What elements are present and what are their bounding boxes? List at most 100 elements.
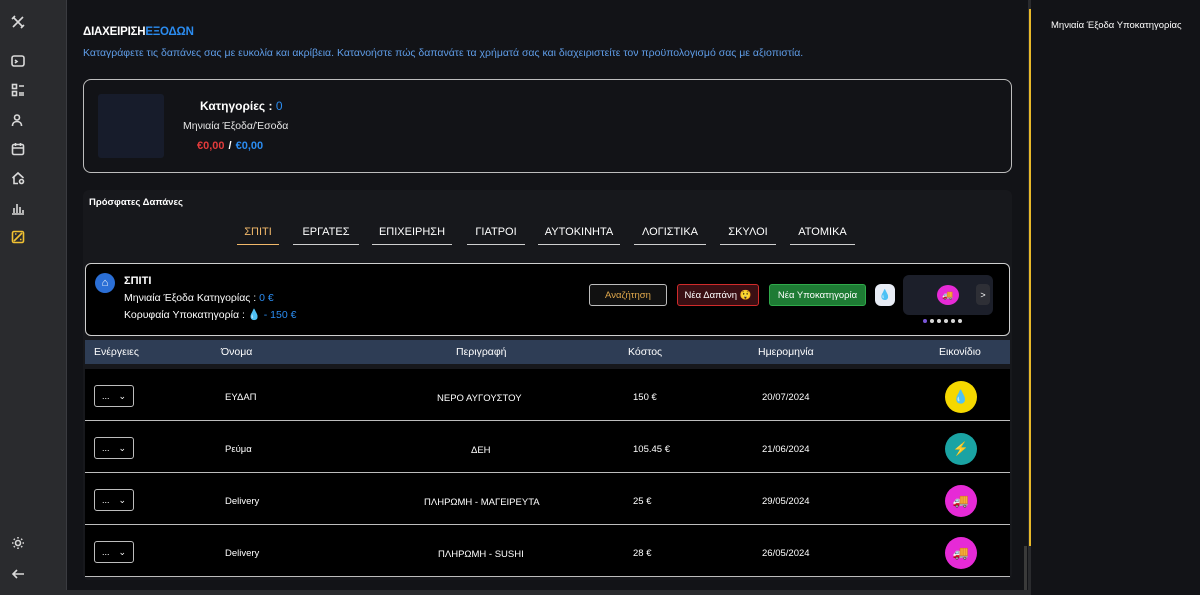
carousel-dot[interactable] <box>951 319 955 323</box>
actions-label: ... <box>102 443 110 453</box>
water-drop-icon: 💧 <box>945 381 977 413</box>
row-date: 20/07/2024 <box>762 392 810 403</box>
carousel-dot[interactable] <box>944 319 948 323</box>
actions-label: ... <box>102 391 110 401</box>
category-monthly: Μηνιαία Έξοδα Κατηγορίας : 0 € <box>124 292 274 304</box>
carousel-dots <box>923 319 962 323</box>
category-details-card: ⌂ ΣΠΙΤΙ Μηνιαία Έξοδα Κατηγορίας : 0 € Κ… <box>85 263 1010 336</box>
row-date: 29/05/2024 <box>762 496 810 507</box>
categories-count: 0 <box>275 99 283 113</box>
header-date: Ημερομηνία <box>758 346 814 358</box>
home-gear-icon[interactable] <box>11 171 25 185</box>
arrow-left-icon[interactable] <box>11 567 25 581</box>
category-top-value: 💧 - 150 € <box>247 309 297 321</box>
actions-label: ... <box>102 495 110 505</box>
categories-count-line: Κατηγορίες : 0 <box>200 99 283 113</box>
new-subcategory-button[interactable]: Νέα Υποκατηγορία <box>769 284 866 306</box>
actions-dropdown[interactable]: ... ⌄ <box>94 489 134 511</box>
chevron-down-icon: ⌄ <box>118 494 126 505</box>
tab-skyloi[interactable]: ΣΚΥΛΟΙ <box>720 226 776 245</box>
header-name: Όνομα <box>221 346 253 358</box>
actions-dropdown[interactable]: ... ⌄ <box>94 541 134 563</box>
totals-separator: / <box>228 140 232 152</box>
category-name: ΣΠΙΤΙ <box>124 275 152 287</box>
carousel-dot[interactable] <box>958 319 962 323</box>
actions-label: ... <box>102 547 110 557</box>
tab-epixeirisi[interactable]: ΕΠΙΧΕΙΡΗΣΗ <box>372 226 452 245</box>
row-cost: 25 € <box>633 496 652 507</box>
subcategory-carousel: 🚚 > <box>903 275 993 315</box>
tab-aftokinita[interactable]: ΑΥΤΟΚΙΝΗΤΑ <box>538 226 620 245</box>
summary-card: Κατηγορίες : 0 Μηνιαία Έξοδα/Έσοδα €0,00… <box>83 79 1012 173</box>
title-main: ΔΙΑΧΕΙΡΙΣΗ <box>83 26 146 38</box>
house-icon: ⌂ <box>95 273 115 293</box>
right-panel: Μηνιαία Έξοδα Υποκατηγορίας <box>1031 0 1200 595</box>
terminal-icon[interactable] <box>11 54 25 68</box>
row-description: ΠΛΗΡΩΜΗ - SUSHI <box>438 549 524 560</box>
category-top-label: Κορυφαία Υποκατηγορία : <box>124 309 245 321</box>
delivery-truck-icon[interactable]: 🚚 <box>937 285 959 305</box>
lightning-icon: ⚡ <box>945 433 977 465</box>
tab-logistika[interactable]: ΛΟΓΙΣΤΙΚΑ <box>634 226 706 245</box>
page-title: ΔΙΑΧΕΙΡΙΣΗΕΞΟΔΩΝ <box>83 26 194 38</box>
main-scrollbar[interactable] <box>1024 546 1027 590</box>
row-cost: 28 € <box>633 548 652 559</box>
monthly-income: €0,00 <box>235 140 264 152</box>
chevron-down-icon: ⌄ <box>118 390 126 401</box>
monthly-label: Μηνιαία Έξοδα/Έσοδα <box>183 120 289 132</box>
water-drop-icon[interactable]: 💧 <box>875 284 895 306</box>
row-date: 26/05/2024 <box>762 548 810 559</box>
carousel-dot[interactable] <box>930 319 934 323</box>
main-panel: ΔΙΑΧΕΙΡΙΣΗΕΞΟΔΩΝ Καταγράφετε τις δαπάνες… <box>66 0 1028 590</box>
list-icon[interactable] <box>11 83 25 97</box>
expense-icon[interactable] <box>11 230 25 244</box>
actions-dropdown[interactable]: ... ⌄ <box>94 437 134 459</box>
category-top-sub: Κορυφαία Υποκατηγορία : 💧 - 150 € <box>124 308 296 321</box>
table-row: ... ⌄ Delivery ΠΛΗΡΩΜΗ - SUSHI 28 € 26/05… <box>85 525 1010 577</box>
chevron-down-icon: ⌄ <box>118 442 126 453</box>
carousel-dot[interactable] <box>937 319 941 323</box>
recent-expenses-section: Πρόσφατες Δαπάνες ΣΠΙΤΙ ΕΡΓΑΤΕΣ ΕΠΙΧΕΙΡΗ… <box>83 190 1012 580</box>
sun-icon[interactable] <box>11 536 25 550</box>
recent-heading: Πρόσφατες Δαπάνες <box>89 197 183 208</box>
tab-atomika[interactable]: ΑΤΟΜΙΚΑ <box>790 226 855 245</box>
category-monthly-value: 0 € <box>259 292 274 304</box>
carousel-dot[interactable] <box>923 319 927 323</box>
table-row: ... ⌄ Ρεύμα ΔΕΗ 105.45 € 21/06/2024 ⚡ <box>85 421 1010 473</box>
monthly-totals: €0,00/€0,00 <box>197 140 263 152</box>
actions-dropdown[interactable]: ... ⌄ <box>94 385 134 407</box>
table-header: Ενέργειες Όνομα Περιγραφή Κόστος Ημερομη… <box>85 340 1010 364</box>
category-tabs: ΣΠΙΤΙ ΕΡΓΑΤΕΣ ΕΠΙΧΕΙΡΗΣΗ ΓΙΑΤΡΟΙ ΑΥΤΟΚΙΝ… <box>83 226 1012 246</box>
row-name: Ρεύμα <box>225 444 252 455</box>
row-name: ΕΥΔΑΠ <box>225 392 257 403</box>
row-description: ΝΕΡΟ ΑΥΓΟΥΣΤΟΥ <box>437 393 522 404</box>
tab-giatroi[interactable]: ΓΙΑΤΡΟΙ <box>467 226 525 245</box>
calendar-icon[interactable] <box>11 142 25 156</box>
category-monthly-label: Μηνιαία Έξοδα Κατηγορίας : <box>124 292 257 304</box>
monthly-expenses: €0,00 <box>197 140 225 152</box>
tools-icon[interactable] <box>11 15 25 29</box>
row-cost: 150 € <box>633 392 657 403</box>
delivery-truck-icon: 🚚 <box>945 485 977 517</box>
header-actions: Ενέργειες <box>94 346 139 358</box>
row-description: ΠΛΗΡΩΜΗ - ΜΑΓΕΙΡΕΥΤΑ <box>424 497 540 508</box>
user-icon[interactable] <box>11 113 25 127</box>
new-expense-button[interactable]: Νέα Δαπάνη 😲 <box>677 284 759 306</box>
row-name: Delivery <box>225 496 260 507</box>
categories-label: Κατηγορίες : <box>200 99 273 113</box>
table-row: ... ⌄ Delivery ΠΛΗΡΩΜΗ - ΜΑΓΕΙΡΕΥΤΑ 25 € … <box>85 473 1010 525</box>
header-icon: Εικονίδιο <box>939 346 981 358</box>
subcategory-monthly-title: Μηνιαία Έξοδα Υποκατηγορίας <box>1051 20 1182 31</box>
row-name: Delivery <box>225 548 260 559</box>
delivery-truck-icon: 🚚 <box>945 537 977 569</box>
tab-spiti[interactable]: ΣΠΙΤΙ <box>237 226 279 245</box>
header-cost: Κόστος <box>628 346 663 358</box>
search-button[interactable]: Αναζήτηση <box>589 284 667 306</box>
carousel-next-button[interactable]: > <box>976 284 990 305</box>
sidebar <box>0 0 36 595</box>
row-cost: 105.45 € <box>633 444 670 455</box>
row-description: ΔΕΗ <box>471 445 491 456</box>
tab-ergates[interactable]: ΕΡΓΑΤΕΣ <box>293 226 359 245</box>
title-accent: ΕΞΟΔΩΝ <box>145 26 194 38</box>
bar-chart-icon[interactable] <box>11 201 25 215</box>
